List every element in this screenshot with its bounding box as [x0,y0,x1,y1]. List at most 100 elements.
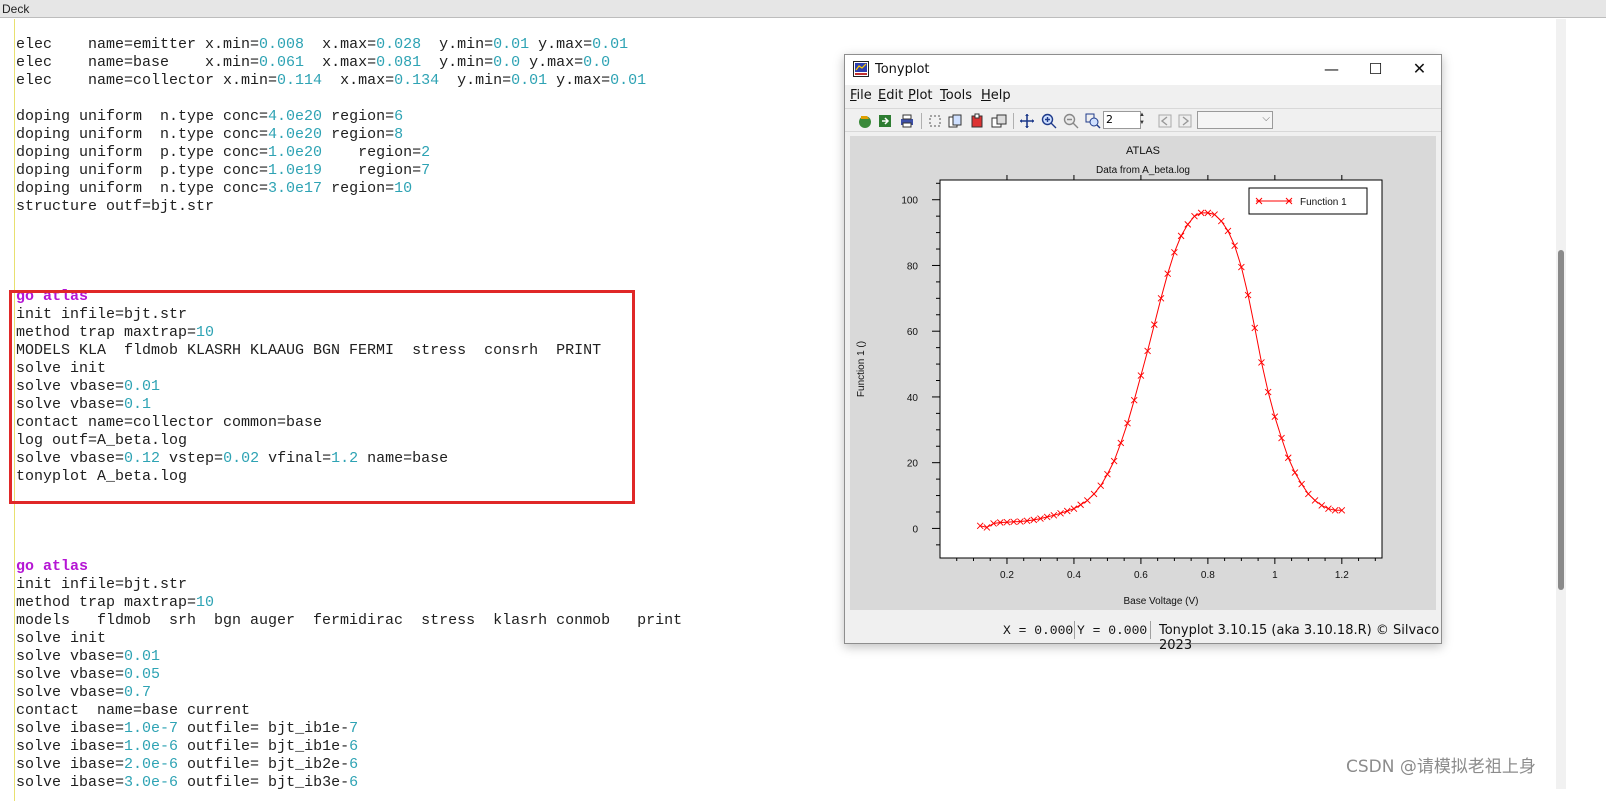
code-text: models fldmob srh bgn auger fermidirac s… [16,612,683,629]
code-number: 0.01 [592,36,629,53]
menu-tools-label: ools [945,88,973,103]
menu-plot-label: lot [915,88,933,103]
code-line[interactable]: solve init [16,630,836,648]
chevron-down-icon: ⌵ [1262,113,1270,124]
code-number: 0.0 [493,54,521,71]
paste-icon[interactable] [969,113,985,129]
highlight-annotation-box [9,290,635,504]
code-line[interactable]: doping uniform n.type conc=4.0e20 region… [16,126,836,144]
menu-tools[interactable]: Tools [940,88,972,103]
chart-subtitle: Data from A_beta.log [1096,165,1190,176]
minimize-button[interactable]: — [1309,55,1354,85]
code-line[interactable]: method trap maxtrap=10 [16,594,836,612]
x-axis-label: Base Voltage (V) [1123,596,1198,607]
maximize-button[interactable]: ☐ [1353,55,1398,85]
close-button[interactable]: ✕ [1397,55,1442,85]
code-number: 6 [349,774,359,791]
code-line[interactable]: models fldmob srh bgn auger fermidirac s… [16,612,836,630]
menu-file[interactable]: File [850,88,872,103]
code-line[interactable]: elec name=base x.min=0.061 x.max=0.081 y… [16,54,836,72]
code-number: 6 [349,756,359,773]
code-line[interactable]: solve vbase=0.01 [16,648,836,666]
code-line[interactable]: solve vbase=0.7 [16,684,836,702]
code-line[interactable] [16,270,836,288]
code-text: elec name=emitter x.min= [16,36,260,53]
zoom-factor-input[interactable]: 2 [1103,111,1141,129]
code-line[interactable] [16,90,836,108]
duplicate-icon[interactable] [991,113,1007,129]
code-text: outfile= bjt_ib1e- [178,738,350,755]
code-line[interactable] [16,540,836,558]
x-tick-label: 0.8 [1201,570,1215,581]
menu-plot[interactable]: Plot [908,88,933,103]
zoom-out-icon[interactable] [1063,113,1079,129]
print-icon[interactable] [899,113,915,129]
code-number: 2 [421,144,431,161]
code-line[interactable]: structure outf=bjt.str [16,198,836,216]
code-line[interactable] [16,252,836,270]
pan-icon[interactable] [1019,113,1035,129]
open-file-icon[interactable] [857,113,873,129]
import-icon[interactable] [877,113,893,129]
y-tick-label: 0 [912,524,918,535]
code-text: method trap maxtrap= [16,594,197,611]
code-line[interactable] [16,504,836,522]
code-text: doping uniform p.type conc= [16,144,269,161]
code-line[interactable]: solve ibase=1.0e-7 outfile= bjt_ib1e-7 [16,720,836,738]
menu-file-label: ile [856,88,872,103]
code-line[interactable]: doping uniform p.type conc=1.0e20 region… [16,144,836,162]
x-tick-label: 0.2 [1000,570,1014,581]
code-text: y.max= [529,36,593,53]
legend-label: Function 1 [1300,197,1347,208]
zoom-in-icon[interactable] [1041,113,1057,129]
code-number: 8 [394,126,404,143]
code-line[interactable] [16,234,836,252]
code-number: 7 [421,162,431,179]
copy-icon[interactable] [947,113,963,129]
code-text: doping uniform n.type conc= [16,108,269,125]
code-line[interactable]: solve ibase=2.0e-6 outfile= bjt_ib2e-6 [16,756,836,774]
tonyplot-app-icon [853,61,869,77]
next-icon[interactable] [1177,113,1193,129]
y-coordinate-readout: Y = 0.000 [1077,623,1148,638]
select-region-icon[interactable] [927,113,943,129]
menu-edit-accel: E [878,88,887,103]
line-chart[interactable]: ATLAS Data from A_beta.log 0.2 0.4 0.6 0.8 1… [850,136,1436,610]
code-line[interactable]: solve vbase=0.05 [16,666,836,684]
tonyplot-titlebar[interactable]: Tonyplot — ☐ ✕ [845,55,1441,85]
code-line[interactable]: doping uniform p.type conc=1.0e19 region… [16,162,836,180]
tonyplot-toolbar: 2 ▲ ▼ ⌵ [845,108,1441,132]
code-text: elec name=collector x.min= [16,72,278,89]
plot-selector-dropdown[interactable]: ⌵ [1197,111,1273,129]
code-line[interactable]: go atlas [16,558,836,576]
code-text: region= [322,126,395,143]
code-text: solve vbase= [16,684,125,701]
code-line[interactable]: doping uniform n.type conc=4.0e20 region… [16,108,836,126]
code-line[interactable] [16,522,836,540]
code-number: 0.081 [376,54,422,71]
code-text: outfile= bjt_ib3e- [178,774,350,791]
code-number: 0.05 [124,666,161,683]
tonyplot-menubar: File Edit Plot Tools Help [845,85,1441,107]
code-number: 0.01 [124,648,161,665]
code-line[interactable]: init infile=bjt.str [16,576,836,594]
code-line[interactable]: elec name=collector x.min=0.114 x.max=0.… [16,72,836,90]
code-text: solve vbase= [16,648,125,665]
chart-title: ATLAS [1126,145,1160,157]
code-line[interactable]: solve ibase=1.0e-6 outfile= bjt_ib1e-6 [16,738,836,756]
code-text: structure outf=bjt.str [16,198,215,215]
deck-title: Deck [0,0,1606,18]
editor-scroll-thumb[interactable] [1558,250,1564,590]
legend: Function 1 [1248,187,1368,215]
zoom-factor-spinner[interactable]: ▲ ▼ [1137,111,1147,129]
previous-icon[interactable] [1157,113,1173,129]
code-line[interactable] [16,216,836,234]
code-number: 1.0e-6 [124,738,179,755]
code-line[interactable]: contact name=base current [16,702,836,720]
code-line[interactable]: solve ibase=3.0e-6 outfile= bjt_ib3e-6 [16,774,836,792]
menu-help[interactable]: Help [981,88,1011,103]
code-line[interactable]: elec name=emitter x.min=0.008 x.max=0.02… [16,36,836,54]
code-line[interactable]: doping uniform n.type conc=3.0e17 region… [16,180,836,198]
menu-edit[interactable]: Edit [878,88,903,103]
zoom-box-icon[interactable] [1085,113,1101,129]
